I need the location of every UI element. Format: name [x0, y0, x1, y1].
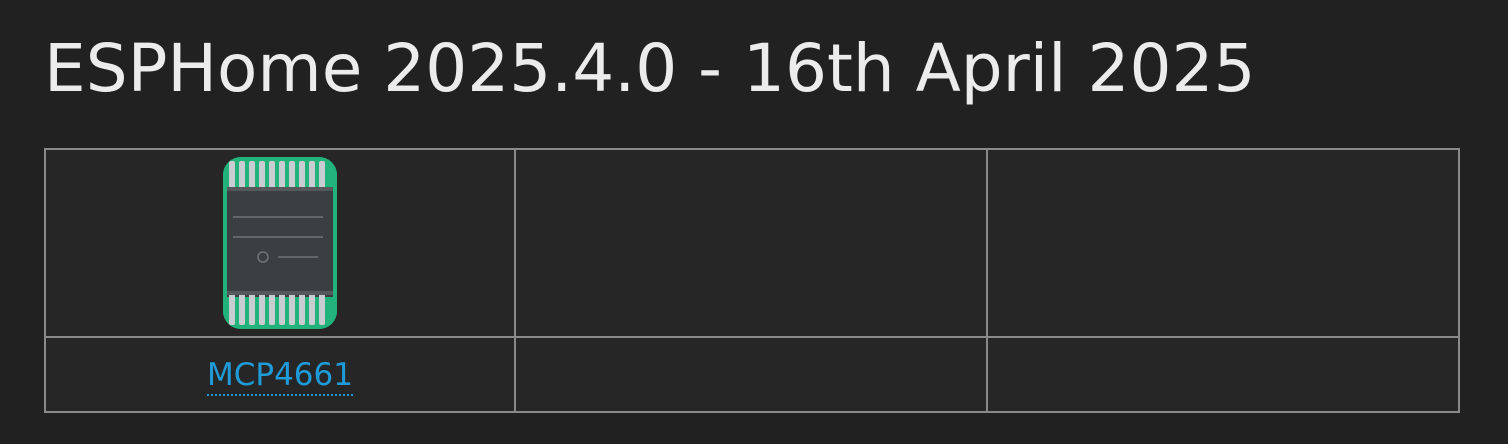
- components-table: MCP4661: [44, 148, 1460, 413]
- chip-illustration: [223, 157, 337, 329]
- table-row-images: [44, 148, 1460, 338]
- table-cell-image-3: [986, 148, 1460, 338]
- table-cell-link-3: [986, 336, 1460, 413]
- table-cell-image-1: [44, 148, 516, 338]
- table-cell-link-2: [514, 336, 988, 413]
- mcp4661-image[interactable]: [223, 157, 337, 329]
- table-cell-link-1: MCP4661: [44, 336, 516, 413]
- page-title: ESPHome 2025.4.0 - 16th April 2025: [44, 30, 1256, 107]
- mcp4661-link[interactable]: MCP4661: [207, 356, 353, 396]
- page: ESPHome 2025.4.0 - 16th April 2025 MCP46…: [0, 0, 1508, 444]
- table-row-links: MCP4661: [44, 336, 1460, 413]
- table-cell-image-2: [514, 148, 988, 338]
